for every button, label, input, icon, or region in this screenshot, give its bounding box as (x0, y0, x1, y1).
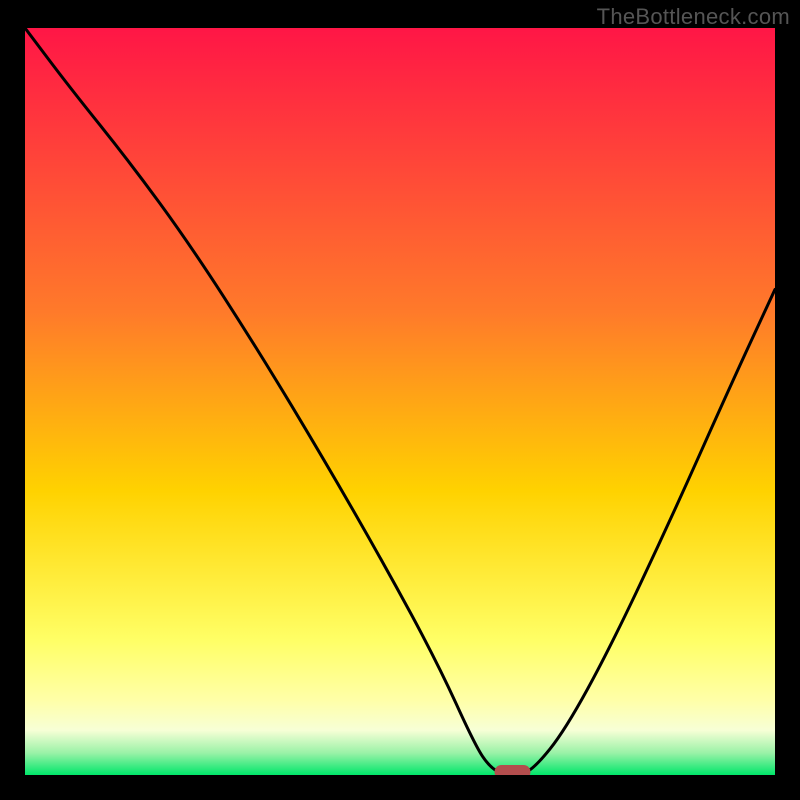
bottleneck-plot (25, 28, 775, 775)
watermark-text: TheBottleneck.com (597, 4, 790, 30)
chart-frame: TheBottleneck.com (0, 0, 800, 800)
gradient-background (25, 28, 775, 775)
optimal-marker (495, 765, 531, 775)
bottleneck-plot-svg (25, 28, 775, 775)
